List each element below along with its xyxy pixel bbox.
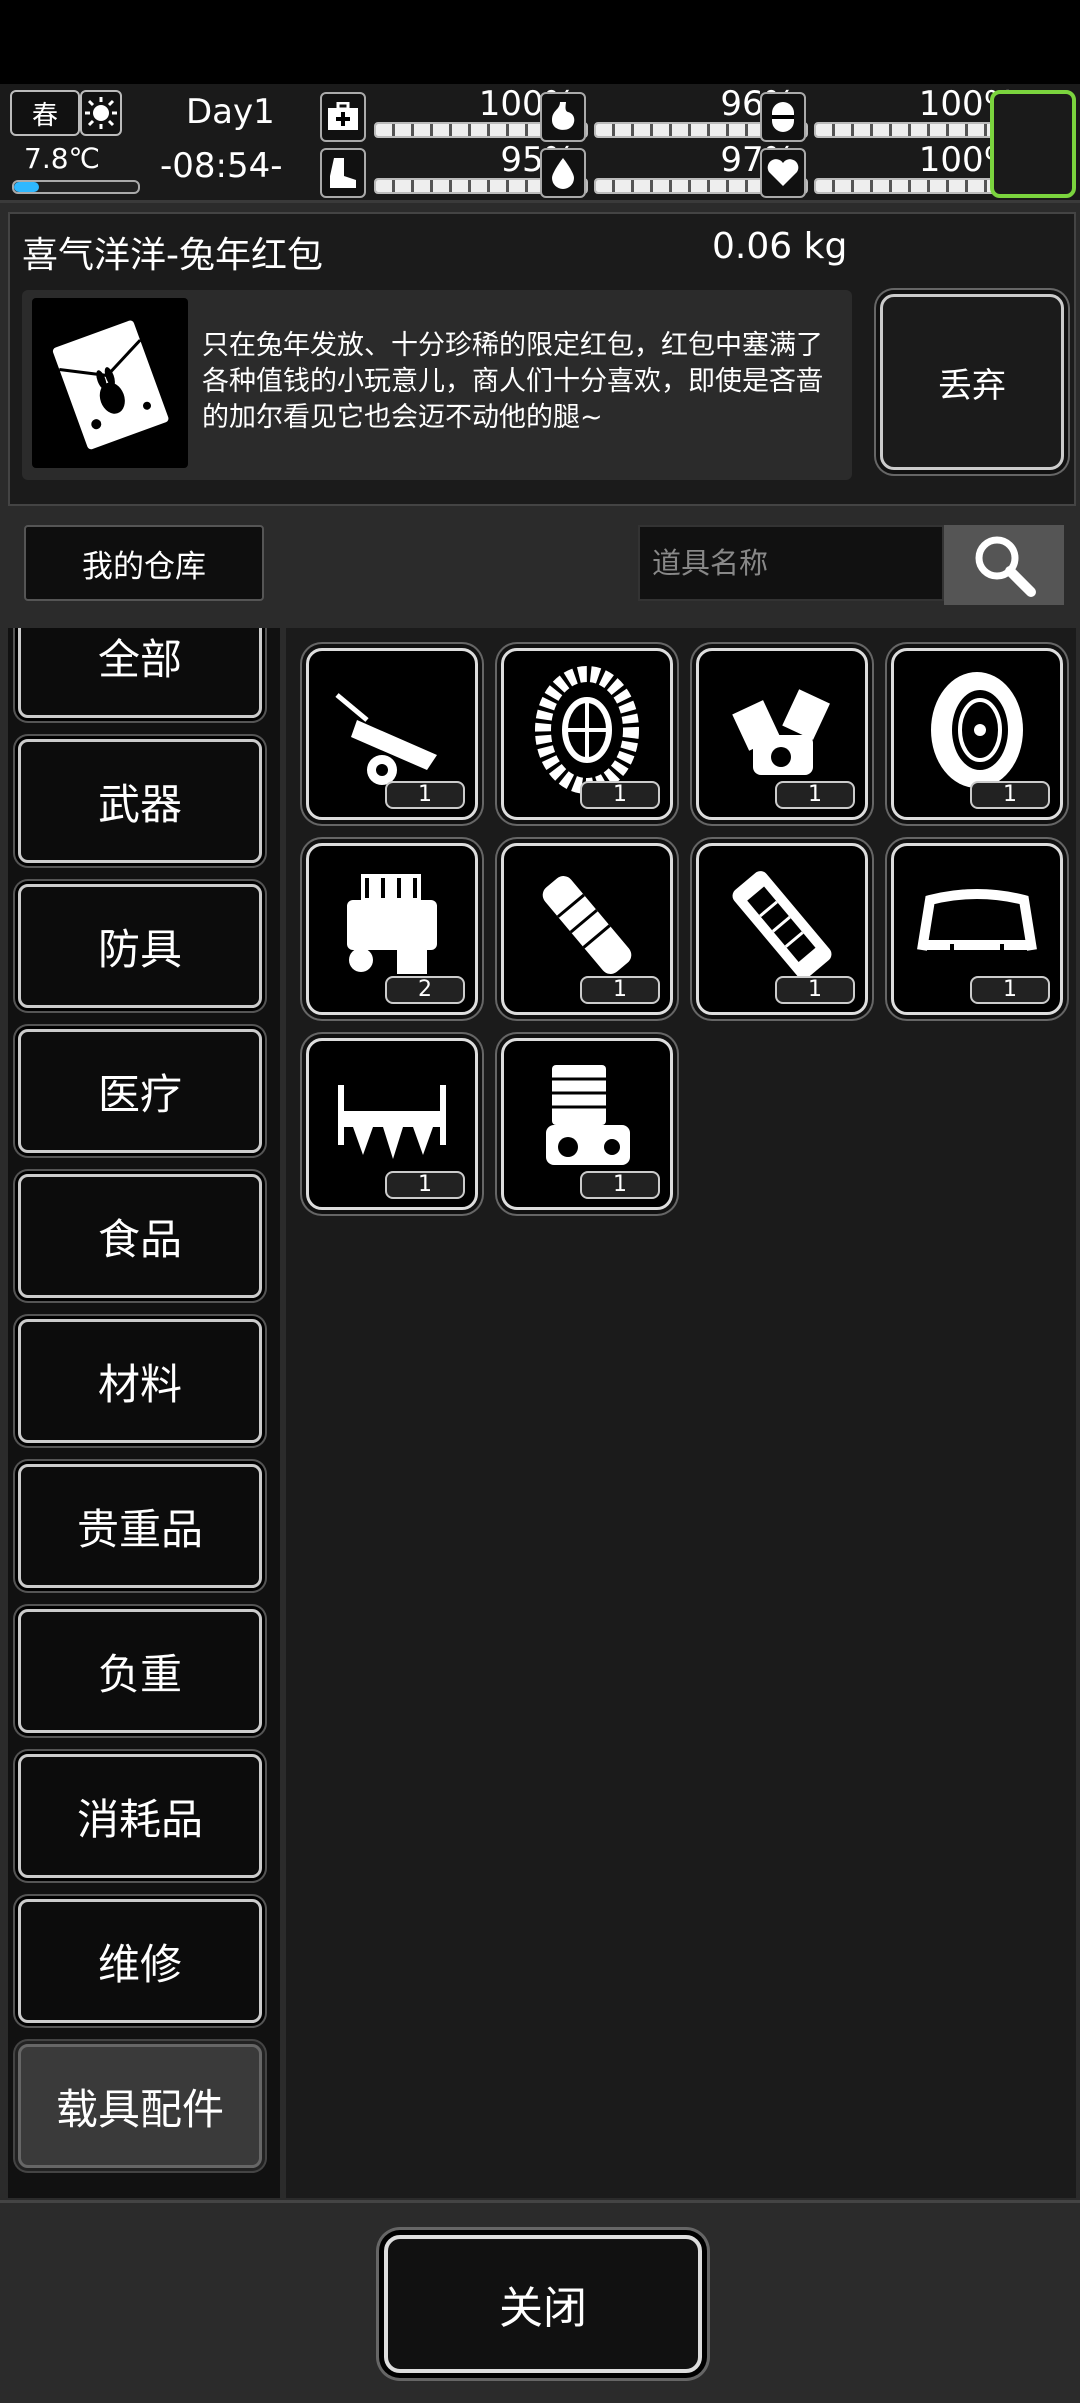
inventory-item[interactable]: 1: [501, 1038, 673, 1210]
item-description-box: 只在兔年发放、十分珍稀的限定红包，红包中塞满了各种值钱的小玩意儿，商人们十分喜欢…: [22, 290, 852, 480]
inventory-item[interactable]: 1: [696, 648, 868, 820]
inventory-item[interactable]: 2: [306, 843, 478, 1015]
clock-label: -08:54-: [160, 146, 283, 186]
item-count-badge: 1: [775, 781, 855, 809]
medkit-icon: [320, 92, 366, 142]
item-count-badge: 1: [580, 781, 660, 809]
item-count-badge: 1: [385, 1171, 465, 1199]
item-count-badge: 1: [970, 781, 1050, 809]
temperature-bar: [12, 180, 140, 194]
inventory-item[interactable]: 1: [306, 1038, 478, 1210]
search-input[interactable]: 道具名称: [638, 525, 944, 601]
inventory-item[interactable]: 1: [501, 648, 673, 820]
category-tab[interactable]: 防具: [18, 884, 262, 1008]
warehouse-title: 我的仓库: [24, 525, 264, 601]
temperature-label: 7.8℃: [24, 142, 100, 175]
bottom-bar: 关闭: [0, 2200, 1080, 2403]
category-tab[interactable]: 武器: [18, 739, 262, 863]
item-info-panel: 喜气洋洋-兔年红包 0.06 kg 只在兔年发放、十分珍稀的限定红包，红包中塞满…: [8, 212, 1076, 506]
category-tab[interactable]: 全部: [18, 628, 262, 718]
category-tab[interactable]: 食品: [18, 1174, 262, 1298]
item-count-badge: 1: [775, 976, 855, 1004]
category-tab[interactable]: 维修: [18, 1899, 262, 2023]
inventory-item[interactable]: 1: [891, 843, 1063, 1015]
water-drop-icon: [540, 148, 586, 198]
inventory-grid: 1 1 1 1 2 1 1 1 1 1: [286, 628, 1076, 2198]
category-tab[interactable]: 负重: [18, 1609, 262, 1733]
category-tab[interactable]: 载具配件: [18, 2044, 262, 2168]
item-count-badge: 1: [970, 976, 1050, 1004]
item-count-badge: 1: [580, 1171, 660, 1199]
season-badge: 春: [10, 90, 80, 136]
day-label: Day1: [186, 92, 275, 132]
category-tab[interactable]: 贵重品: [18, 1464, 262, 1588]
category-tab[interactable]: 材料: [18, 1319, 262, 1443]
category-tab[interactable]: 医疗: [18, 1029, 262, 1153]
equipment-slot[interactable]: [990, 90, 1076, 198]
item-name: 喜气洋洋-兔年红包: [22, 235, 323, 276]
search-button[interactable]: [944, 525, 1064, 605]
inventory-item[interactable]: 1: [306, 648, 478, 820]
heart-icon: [760, 148, 806, 198]
drop-button[interactable]: 丢弃: [880, 294, 1064, 470]
item-count-badge: 2: [385, 976, 465, 1004]
red-envelope-icon: [32, 298, 188, 468]
season-label: 春: [31, 100, 58, 131]
search-icon: [975, 536, 1036, 597]
inventory-item[interactable]: 1: [501, 843, 673, 1015]
warehouse-toolbar: 我的仓库 道具名称: [8, 510, 1072, 620]
close-button[interactable]: 关闭: [384, 2235, 702, 2373]
sun-icon: [80, 90, 122, 136]
item-count-badge: 1: [580, 976, 660, 1004]
boot-icon: [320, 148, 366, 198]
stomach-icon: [540, 92, 586, 142]
category-list: 全部武器防具医疗食品材料贵重品负重消耗品维修载具配件: [8, 628, 280, 2198]
temperature-fill: [14, 182, 39, 192]
item-count-badge: 1: [385, 781, 465, 809]
item-description: 只在兔年发放、十分珍稀的限定红包，红包中塞满了各种值钱的小玩意儿，商人们十分喜欢…: [202, 330, 823, 433]
item-weight: 0.06 kg: [712, 226, 848, 267]
inventory-item[interactable]: 1: [891, 648, 1063, 820]
category-tab[interactable]: 消耗品: [18, 1754, 262, 1878]
pill-icon: [760, 92, 806, 142]
inventory-item[interactable]: 1: [696, 843, 868, 1015]
